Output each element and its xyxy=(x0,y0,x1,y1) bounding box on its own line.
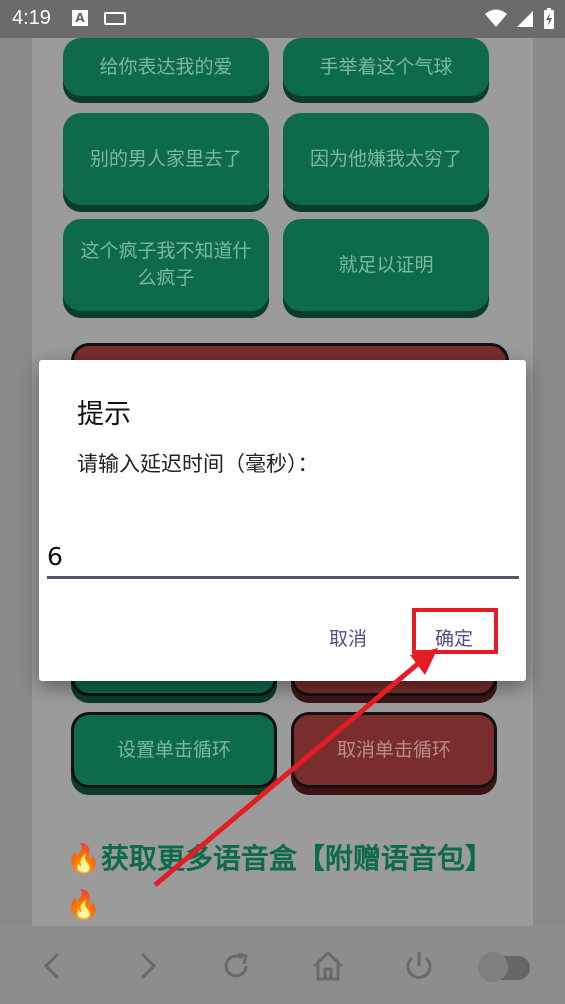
delay-input[interactable] xyxy=(47,536,519,579)
signal-icon xyxy=(517,11,533,27)
voice-button-1[interactable]: 给你表达我的爱 xyxy=(63,38,269,96)
status-icons xyxy=(485,8,555,30)
toggle-knob xyxy=(478,952,508,982)
promo-link[interactable]: 🔥获取更多语音盒【附赠语音包】 🔥 xyxy=(66,836,506,928)
bottom-nav xyxy=(0,926,565,1004)
power-icon[interactable] xyxy=(401,948,437,984)
voice-button-2[interactable]: 手举着这个气球 xyxy=(283,38,489,96)
voice-button-3[interactable]: 别的男人家里去了 xyxy=(63,113,269,205)
cancel-button[interactable]: 取消 xyxy=(329,624,367,651)
highlight-box xyxy=(412,608,498,654)
home-icon[interactable] xyxy=(310,948,346,984)
keyboard-icon xyxy=(104,12,126,25)
voice-button-5[interactable]: 这个疯子我不知道什么疯子 xyxy=(63,219,269,311)
back-icon[interactable] xyxy=(36,948,72,984)
a-notification-icon: A xyxy=(72,10,88,26)
status-time: 4:19 xyxy=(12,7,51,29)
dialog-title: 提示 xyxy=(77,399,131,430)
status-bar: 4:19 A xyxy=(0,0,565,38)
fire-icon-end: 🔥 xyxy=(66,888,101,921)
set-loop-button[interactable]: 设置单击循环 xyxy=(71,712,277,788)
night-mode-toggle[interactable] xyxy=(478,952,530,982)
promo-text: 获取更多语音盒【附赠语音包】 xyxy=(100,842,493,875)
voice-button-4[interactable]: 因为他嫌我太穷了 xyxy=(283,113,489,205)
forward-icon[interactable] xyxy=(128,948,164,984)
battery-icon xyxy=(544,8,554,29)
dialog-message: 请输入延迟时间（毫秒）： xyxy=(77,452,319,476)
refresh-icon[interactable] xyxy=(218,948,254,984)
fire-icon: 🔥 xyxy=(66,842,101,875)
voice-button-6[interactable]: 就足以证明 xyxy=(283,219,489,311)
cancel-loop-button[interactable]: 取消单击循环 xyxy=(291,712,497,788)
wifi-icon xyxy=(485,9,507,27)
